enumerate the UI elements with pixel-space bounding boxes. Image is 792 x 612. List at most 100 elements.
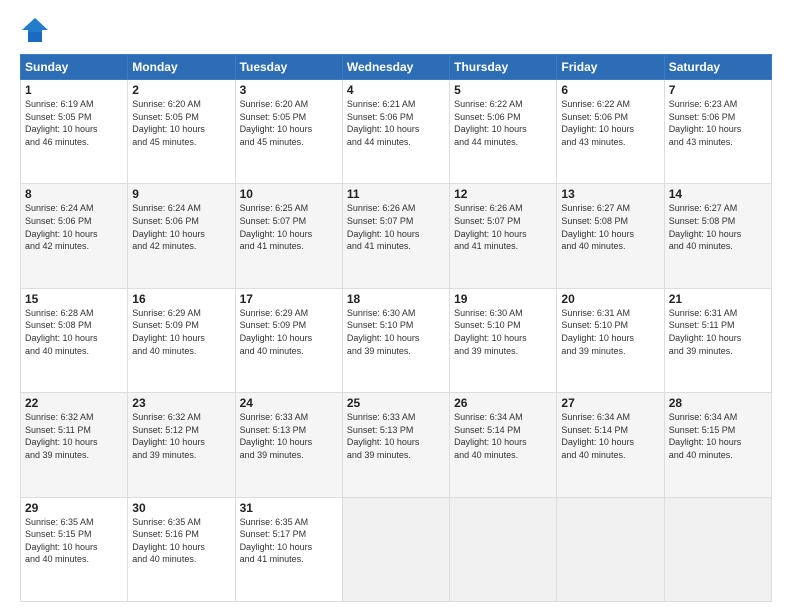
day-number: 1 bbox=[25, 83, 123, 97]
day-number: 31 bbox=[240, 501, 338, 515]
day-number: 2 bbox=[132, 83, 230, 97]
weekday-header: Sunday bbox=[21, 55, 128, 80]
calendar-day-cell: 11Sunrise: 6:26 AM Sunset: 5:07 PM Dayli… bbox=[342, 184, 449, 288]
day-number: 13 bbox=[561, 187, 659, 201]
day-info: Sunrise: 6:25 AM Sunset: 5:07 PM Dayligh… bbox=[240, 202, 338, 252]
day-number: 4 bbox=[347, 83, 445, 97]
day-info: Sunrise: 6:31 AM Sunset: 5:11 PM Dayligh… bbox=[669, 307, 767, 357]
day-number: 7 bbox=[669, 83, 767, 97]
calendar-day-cell: 13Sunrise: 6:27 AM Sunset: 5:08 PM Dayli… bbox=[557, 184, 664, 288]
calendar-day-cell: 16Sunrise: 6:29 AM Sunset: 5:09 PM Dayli… bbox=[128, 288, 235, 392]
day-number: 27 bbox=[561, 396, 659, 410]
day-info: Sunrise: 6:32 AM Sunset: 5:11 PM Dayligh… bbox=[25, 411, 123, 461]
page: SundayMondayTuesdayWednesdayThursdayFrid… bbox=[0, 0, 792, 612]
calendar-day-cell: 28Sunrise: 6:34 AM Sunset: 5:15 PM Dayli… bbox=[664, 393, 771, 497]
logo bbox=[20, 16, 54, 44]
day-info: Sunrise: 6:24 AM Sunset: 5:06 PM Dayligh… bbox=[25, 202, 123, 252]
calendar-day-cell: 8Sunrise: 6:24 AM Sunset: 5:06 PM Daylig… bbox=[21, 184, 128, 288]
calendar-day-cell: 19Sunrise: 6:30 AM Sunset: 5:10 PM Dayli… bbox=[450, 288, 557, 392]
calendar-day-cell bbox=[450, 497, 557, 601]
calendar-week-row: 29Sunrise: 6:35 AM Sunset: 5:15 PM Dayli… bbox=[21, 497, 772, 601]
day-info: Sunrise: 6:24 AM Sunset: 5:06 PM Dayligh… bbox=[132, 202, 230, 252]
calendar-day-cell: 14Sunrise: 6:27 AM Sunset: 5:08 PM Dayli… bbox=[664, 184, 771, 288]
calendar-day-cell: 7Sunrise: 6:23 AM Sunset: 5:06 PM Daylig… bbox=[664, 80, 771, 184]
day-info: Sunrise: 6:35 AM Sunset: 5:17 PM Dayligh… bbox=[240, 516, 338, 566]
calendar-day-cell: 30Sunrise: 6:35 AM Sunset: 5:16 PM Dayli… bbox=[128, 497, 235, 601]
day-info: Sunrise: 6:20 AM Sunset: 5:05 PM Dayligh… bbox=[132, 98, 230, 148]
day-number: 25 bbox=[347, 396, 445, 410]
calendar-day-cell: 21Sunrise: 6:31 AM Sunset: 5:11 PM Dayli… bbox=[664, 288, 771, 392]
day-info: Sunrise: 6:31 AM Sunset: 5:10 PM Dayligh… bbox=[561, 307, 659, 357]
day-info: Sunrise: 6:29 AM Sunset: 5:09 PM Dayligh… bbox=[240, 307, 338, 357]
day-number: 19 bbox=[454, 292, 552, 306]
logo-icon bbox=[20, 16, 50, 44]
day-info: Sunrise: 6:22 AM Sunset: 5:06 PM Dayligh… bbox=[561, 98, 659, 148]
day-info: Sunrise: 6:30 AM Sunset: 5:10 PM Dayligh… bbox=[347, 307, 445, 357]
day-info: Sunrise: 6:20 AM Sunset: 5:05 PM Dayligh… bbox=[240, 98, 338, 148]
calendar-day-cell bbox=[664, 497, 771, 601]
weekday-header: Friday bbox=[557, 55, 664, 80]
calendar-week-row: 22Sunrise: 6:32 AM Sunset: 5:11 PM Dayli… bbox=[21, 393, 772, 497]
calendar-day-cell: 1Sunrise: 6:19 AM Sunset: 5:05 PM Daylig… bbox=[21, 80, 128, 184]
calendar-day-cell: 25Sunrise: 6:33 AM Sunset: 5:13 PM Dayli… bbox=[342, 393, 449, 497]
day-number: 6 bbox=[561, 83, 659, 97]
calendar-day-cell: 24Sunrise: 6:33 AM Sunset: 5:13 PM Dayli… bbox=[235, 393, 342, 497]
day-info: Sunrise: 6:30 AM Sunset: 5:10 PM Dayligh… bbox=[454, 307, 552, 357]
calendar-day-cell: 12Sunrise: 6:26 AM Sunset: 5:07 PM Dayli… bbox=[450, 184, 557, 288]
day-info: Sunrise: 6:27 AM Sunset: 5:08 PM Dayligh… bbox=[669, 202, 767, 252]
calendar-day-cell bbox=[557, 497, 664, 601]
calendar-day-cell: 9Sunrise: 6:24 AM Sunset: 5:06 PM Daylig… bbox=[128, 184, 235, 288]
day-number: 22 bbox=[25, 396, 123, 410]
day-number: 18 bbox=[347, 292, 445, 306]
day-number: 11 bbox=[347, 187, 445, 201]
day-info: Sunrise: 6:28 AM Sunset: 5:08 PM Dayligh… bbox=[25, 307, 123, 357]
day-number: 15 bbox=[25, 292, 123, 306]
day-info: Sunrise: 6:34 AM Sunset: 5:15 PM Dayligh… bbox=[669, 411, 767, 461]
calendar-day-cell: 27Sunrise: 6:34 AM Sunset: 5:14 PM Dayli… bbox=[557, 393, 664, 497]
day-number: 8 bbox=[25, 187, 123, 201]
weekday-header: Thursday bbox=[450, 55, 557, 80]
calendar-day-cell: 22Sunrise: 6:32 AM Sunset: 5:11 PM Dayli… bbox=[21, 393, 128, 497]
header bbox=[20, 16, 772, 44]
calendar-week-row: 1Sunrise: 6:19 AM Sunset: 5:05 PM Daylig… bbox=[21, 80, 772, 184]
calendar-day-cell: 3Sunrise: 6:20 AM Sunset: 5:05 PM Daylig… bbox=[235, 80, 342, 184]
calendar-day-cell: 17Sunrise: 6:29 AM Sunset: 5:09 PM Dayli… bbox=[235, 288, 342, 392]
day-info: Sunrise: 6:19 AM Sunset: 5:05 PM Dayligh… bbox=[25, 98, 123, 148]
weekday-header: Monday bbox=[128, 55, 235, 80]
day-number: 30 bbox=[132, 501, 230, 515]
calendar-week-row: 15Sunrise: 6:28 AM Sunset: 5:08 PM Dayli… bbox=[21, 288, 772, 392]
day-info: Sunrise: 6:33 AM Sunset: 5:13 PM Dayligh… bbox=[347, 411, 445, 461]
day-number: 24 bbox=[240, 396, 338, 410]
day-number: 26 bbox=[454, 396, 552, 410]
day-info: Sunrise: 6:35 AM Sunset: 5:15 PM Dayligh… bbox=[25, 516, 123, 566]
day-number: 3 bbox=[240, 83, 338, 97]
day-number: 9 bbox=[132, 187, 230, 201]
calendar-week-row: 8Sunrise: 6:24 AM Sunset: 5:06 PM Daylig… bbox=[21, 184, 772, 288]
day-number: 12 bbox=[454, 187, 552, 201]
weekday-header: Wednesday bbox=[342, 55, 449, 80]
day-info: Sunrise: 6:26 AM Sunset: 5:07 PM Dayligh… bbox=[347, 202, 445, 252]
calendar-day-cell: 29Sunrise: 6:35 AM Sunset: 5:15 PM Dayli… bbox=[21, 497, 128, 601]
day-number: 21 bbox=[669, 292, 767, 306]
day-info: Sunrise: 6:26 AM Sunset: 5:07 PM Dayligh… bbox=[454, 202, 552, 252]
calendar-day-cell: 2Sunrise: 6:20 AM Sunset: 5:05 PM Daylig… bbox=[128, 80, 235, 184]
day-info: Sunrise: 6:34 AM Sunset: 5:14 PM Dayligh… bbox=[454, 411, 552, 461]
day-number: 16 bbox=[132, 292, 230, 306]
calendar-day-cell: 23Sunrise: 6:32 AM Sunset: 5:12 PM Dayli… bbox=[128, 393, 235, 497]
calendar-day-cell: 26Sunrise: 6:34 AM Sunset: 5:14 PM Dayli… bbox=[450, 393, 557, 497]
day-number: 29 bbox=[25, 501, 123, 515]
day-info: Sunrise: 6:35 AM Sunset: 5:16 PM Dayligh… bbox=[132, 516, 230, 566]
day-info: Sunrise: 6:23 AM Sunset: 5:06 PM Dayligh… bbox=[669, 98, 767, 148]
calendar-day-cell: 4Sunrise: 6:21 AM Sunset: 5:06 PM Daylig… bbox=[342, 80, 449, 184]
day-number: 5 bbox=[454, 83, 552, 97]
calendar-day-cell: 15Sunrise: 6:28 AM Sunset: 5:08 PM Dayli… bbox=[21, 288, 128, 392]
calendar-day-cell: 20Sunrise: 6:31 AM Sunset: 5:10 PM Dayli… bbox=[557, 288, 664, 392]
day-number: 10 bbox=[240, 187, 338, 201]
day-number: 14 bbox=[669, 187, 767, 201]
day-number: 20 bbox=[561, 292, 659, 306]
day-info: Sunrise: 6:29 AM Sunset: 5:09 PM Dayligh… bbox=[132, 307, 230, 357]
day-info: Sunrise: 6:27 AM Sunset: 5:08 PM Dayligh… bbox=[561, 202, 659, 252]
calendar-day-cell: 6Sunrise: 6:22 AM Sunset: 5:06 PM Daylig… bbox=[557, 80, 664, 184]
calendar-header-row: SundayMondayTuesdayWednesdayThursdayFrid… bbox=[21, 55, 772, 80]
day-number: 23 bbox=[132, 396, 230, 410]
